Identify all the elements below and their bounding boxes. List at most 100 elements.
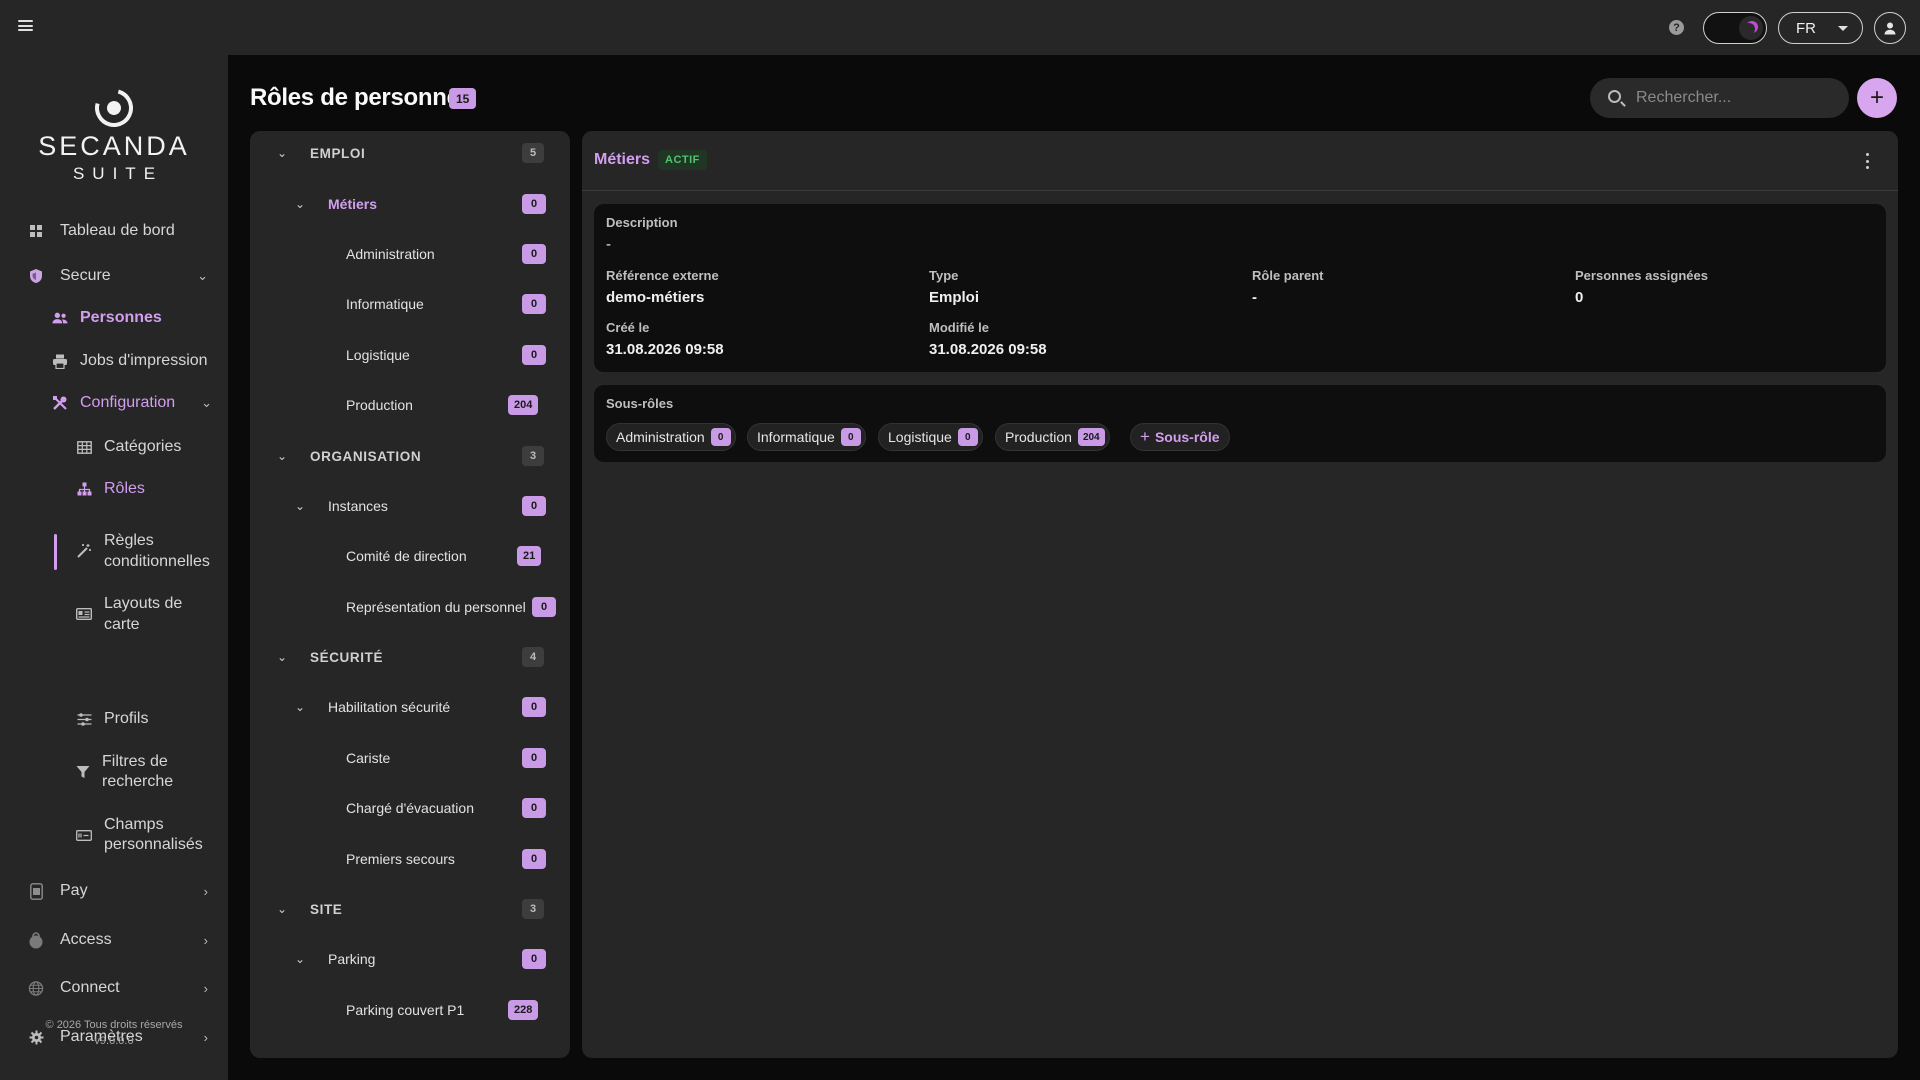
sidebar-item-card-layouts[interactable]: Layouts de carte — [76, 593, 196, 635]
add-subrole-button[interactable]: + Sous-rôle — [1130, 423, 1230, 451]
tree-node-logistique[interactable]: Logistique 0 — [250, 333, 570, 377]
subroles-title: Sous-rôles — [606, 396, 673, 411]
chevron-down-icon[interactable]: ⌄ — [276, 650, 288, 664]
tree-node-label: Représentation du personnel — [346, 599, 526, 615]
chevron-down-icon[interactable]: ⌄ — [276, 902, 288, 916]
roles-count-badge: 15 — [449, 88, 477, 109]
tree-node-informatique[interactable]: Informatique 0 — [250, 282, 570, 326]
tree-node-representation-personnel[interactable]: Représentation du personnel 0 — [250, 585, 570, 629]
description-field: Description - — [606, 215, 678, 253]
chevron-down-icon[interactable]: ⌄ — [294, 499, 306, 513]
chevron-down-icon[interactable]: ⌄ — [294, 197, 306, 211]
tree-node-label: Métiers — [328, 196, 378, 212]
sidebar-item-connect[interactable]: Connect › — [28, 979, 208, 997]
tree-node-count: 0 — [522, 697, 546, 717]
field-value: 31.08.2026 09:58 — [929, 341, 1047, 358]
user-menu-button[interactable] — [1874, 12, 1906, 44]
lock-icon — [28, 931, 44, 948]
tree-group-site[interactable]: ⌄ SITE 3 — [250, 887, 570, 931]
tree-node-label: Informatique — [346, 296, 424, 312]
sidebar-item-persons[interactable]: Personnes — [52, 309, 162, 327]
sidebar-item-secure[interactable]: Secure ⌄ — [28, 267, 208, 285]
field-label: Créé le — [606, 320, 650, 335]
sidebar-item-label: Jobs d'impression — [80, 352, 208, 369]
field-label: Sous-rôles — [606, 396, 674, 411]
parent-role-field: Rôle parent - — [1252, 268, 1324, 306]
shield-icon — [28, 268, 44, 284]
users-icon — [52, 310, 68, 326]
tree-group-organisation[interactable]: ⌄ ORGANISATION 3 — [250, 434, 570, 478]
search-icon — [1608, 90, 1621, 103]
tree-group-securite[interactable]: ⌄ SÉCURITÉ 4 — [250, 635, 570, 679]
sidebar-item-conditional-rules[interactable]: Règles conditionnelles — [76, 530, 216, 572]
sidebar-item-label: Règles conditionnelles — [104, 532, 210, 570]
subrole-chip[interactable]: Logistique 0 — [878, 423, 983, 451]
subrole-chip[interactable]: Informatique 0 — [747, 423, 866, 451]
tree-node-label: SITE — [310, 901, 343, 917]
sidebar-item-label: Pay — [60, 882, 88, 899]
tree-node-count: 0 — [522, 294, 546, 314]
field-label: Type — [929, 268, 959, 283]
tree-node-label: Cariste — [346, 750, 391, 766]
search-input[interactable]: Rechercher... — [1590, 78, 1849, 118]
chevron-down-icon: ⌄ — [201, 395, 212, 410]
field-label: Description — [606, 215, 678, 230]
sidebar-item-roles[interactable]: Rôles — [76, 480, 145, 498]
tree-node-parking[interactable]: ⌄ Parking 0 — [250, 937, 570, 981]
subrole-chip[interactable]: Administration 0 — [606, 423, 736, 451]
tree-node-count: 21 — [517, 546, 542, 566]
chevron-down-icon[interactable]: ⌄ — [294, 700, 306, 714]
sidebar-item-label: Tableau de bord — [60, 222, 175, 239]
logo[interactable]: SECANDA SUITE — [0, 82, 228, 184]
tree-node-premiers-secours[interactable]: Premiers secours 0 — [250, 837, 570, 881]
logo-mark-icon — [88, 82, 140, 134]
sidebar-item-dashboard[interactable]: Tableau de bord — [28, 222, 175, 240]
field-value: 31.08.2026 09:58 — [606, 341, 724, 358]
field-label: Rôle parent — [1252, 268, 1324, 283]
chevron-down-icon[interactable]: ⌄ — [294, 952, 306, 966]
tree-group-emploi[interactable]: ⌄ EMPLOI 5 — [250, 131, 570, 175]
chevron-down-icon[interactable]: ⌄ — [276, 449, 288, 463]
sidebar-item-categories[interactable]: Catégories — [76, 438, 181, 456]
chevron-down-icon[interactable]: ⌄ — [276, 146, 288, 160]
menu-icon[interactable] — [18, 18, 33, 33]
more-vertical-icon[interactable] — [1866, 153, 1870, 169]
role-detail-panel: Métiers ACTIF Description - Référence ex… — [582, 131, 1898, 1058]
language-select[interactable]: FR — [1778, 12, 1863, 44]
tree-node-charge-evacuation[interactable]: Chargé d'évacuation 0 — [250, 786, 570, 830]
theme-toggle[interactable] — [1703, 12, 1767, 44]
tree-node-count: 204 — [508, 395, 539, 415]
top-bar: ? FR — [0, 0, 1920, 55]
tree-node-count: 0 — [532, 597, 556, 617]
tree-node-metiers[interactable]: ⌄ Métiers 0 — [250, 182, 570, 226]
sidebar-item-custom-fields[interactable]: Champs personnalisés — [76, 815, 206, 855]
tree-node-count: 0 — [522, 949, 546, 969]
tree-node-habilitation-securite[interactable]: ⌄ Habilitation sécurité 0 — [250, 685, 570, 729]
sidebar-item-profiles[interactable]: Profils — [76, 710, 148, 728]
subrole-chip[interactable]: Production 204 — [995, 423, 1110, 451]
tree-node-cariste[interactable]: Cariste 0 — [250, 736, 570, 780]
sidebar-item-label: Filtres de recherche — [102, 753, 174, 790]
sidebar-item-print-jobs[interactable]: Jobs d'impression — [52, 352, 208, 370]
logo-subtitle: SUITE — [72, 164, 164, 183]
plus-icon: + — [1869, 84, 1884, 111]
detail-header: Métiers ACTIF — [582, 131, 1898, 191]
sidebar-item-pay[interactable]: Pay › — [28, 882, 208, 900]
tree-node-label: Instances — [328, 498, 388, 514]
tree-node-administration[interactable]: Administration 0 — [250, 232, 570, 276]
tools-icon — [52, 395, 68, 411]
tree-node-count: 4 — [522, 647, 544, 667]
tree-node-count: 0 — [522, 849, 546, 869]
sidebar-item-label: Configuration — [80, 394, 176, 411]
tree-node-comite-direction[interactable]: Comité de direction 21 — [250, 534, 570, 578]
tree-node-parking-couvert-p1[interactable]: Parking couvert P1 228 — [250, 988, 570, 1032]
add-role-button[interactable]: + — [1857, 78, 1897, 118]
sidebar-item-search-filters[interactable]: Filtres de recherche — [76, 752, 196, 792]
tree-node-instances[interactable]: ⌄ Instances 0 — [250, 484, 570, 528]
sidebar-item-label: Rôles — [104, 480, 145, 497]
sidebar-item-configuration[interactable]: Configuration ⌄ — [52, 394, 212, 412]
sidebar-item-access[interactable]: Access › — [28, 931, 208, 949]
tree-node-production[interactable]: Production 204 — [250, 383, 570, 427]
help-icon[interactable]: ? — [1669, 20, 1684, 35]
sidebar-item-label: Layouts de carte — [104, 595, 183, 633]
